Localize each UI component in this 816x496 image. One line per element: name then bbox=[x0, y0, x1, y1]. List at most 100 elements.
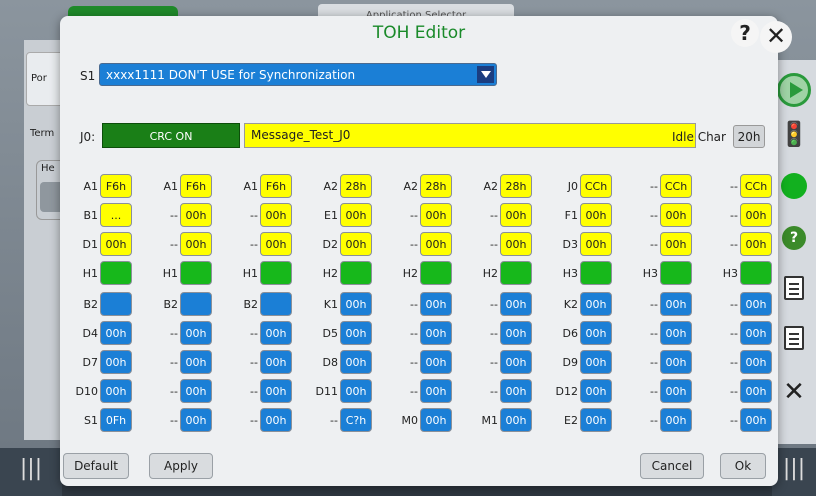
toh-byte-value[interactable]: 00h bbox=[260, 203, 292, 227]
toh-byte-value[interactable]: 00h bbox=[740, 321, 772, 345]
toh-byte-value[interactable]: 00h bbox=[500, 203, 532, 227]
toh-byte-value[interactable]: 0Fh bbox=[100, 408, 132, 432]
toh-byte-value[interactable]: 00h bbox=[660, 203, 692, 227]
toh-byte-value[interactable]: 00h bbox=[740, 292, 772, 316]
toh-byte-value[interactable]: CCh bbox=[660, 174, 692, 198]
toh-byte-value[interactable]: 00h bbox=[500, 408, 532, 432]
toh-byte-value[interactable]: 00h bbox=[740, 232, 772, 256]
toh-byte-value[interactable]: CCh bbox=[740, 174, 772, 198]
toh-byte-value[interactable] bbox=[340, 261, 372, 285]
ok-button[interactable]: Ok bbox=[720, 453, 766, 479]
toh-byte-value[interactable]: 00h bbox=[260, 321, 292, 345]
toh-byte-value[interactable] bbox=[260, 292, 292, 316]
toh-byte-value[interactable]: 00h bbox=[580, 321, 612, 345]
edit-report-button[interactable] bbox=[772, 316, 816, 360]
toh-byte-value[interactable] bbox=[420, 261, 452, 285]
j0-message-input[interactable]: Message_Test_J0 bbox=[244, 123, 696, 148]
report-button[interactable] bbox=[772, 266, 816, 310]
toh-byte-value[interactable] bbox=[660, 261, 692, 285]
toh-byte-value[interactable] bbox=[500, 261, 532, 285]
toh-byte-value[interactable]: 00h bbox=[180, 232, 212, 256]
toh-byte-value[interactable]: 00h bbox=[580, 292, 612, 316]
toh-byte-value[interactable]: 00h bbox=[580, 232, 612, 256]
toh-byte-value[interactable]: 00h bbox=[740, 203, 772, 227]
toh-byte-value[interactable]: 00h bbox=[180, 408, 212, 432]
toh-byte-value[interactable]: 00h bbox=[420, 292, 452, 316]
toh-byte-value[interactable]: 28h bbox=[500, 174, 532, 198]
toh-byte-value[interactable]: 00h bbox=[180, 321, 212, 345]
toh-byte-value[interactable]: 00h bbox=[100, 321, 132, 345]
toh-byte-value[interactable]: 00h bbox=[340, 232, 372, 256]
toh-byte-value[interactable]: 00h bbox=[340, 350, 372, 374]
toh-byte-value[interactable]: F6h bbox=[260, 174, 292, 198]
chevron-down-icon[interactable] bbox=[477, 66, 494, 83]
toh-byte-value[interactable]: 00h bbox=[260, 379, 292, 403]
idle-char-button[interactable]: 20h bbox=[733, 125, 765, 148]
default-button[interactable]: Default bbox=[63, 453, 129, 479]
toh-byte-value[interactable]: 00h bbox=[420, 232, 452, 256]
left-grip-handle[interactable]: ||| bbox=[0, 448, 62, 496]
toh-byte-value[interactable]: F6h bbox=[100, 174, 132, 198]
traffic-light-button[interactable]: 🚦 bbox=[772, 112, 816, 156]
toh-byte-value[interactable]: 00h bbox=[500, 379, 532, 403]
toh-byte-value[interactable]: C?h bbox=[340, 408, 372, 432]
toh-byte-value[interactable]: 00h bbox=[660, 408, 692, 432]
toh-byte-value[interactable]: 00h bbox=[660, 379, 692, 403]
toh-byte-value[interactable]: ... bbox=[100, 203, 132, 227]
apply-button[interactable]: Apply bbox=[149, 453, 213, 479]
toh-byte-value[interactable]: 00h bbox=[740, 408, 772, 432]
toh-byte-value[interactable]: 00h bbox=[340, 292, 372, 316]
toh-byte-value[interactable]: 00h bbox=[180, 350, 212, 374]
toh-byte-value[interactable]: CCh bbox=[580, 174, 612, 198]
toh-byte-value[interactable]: 00h bbox=[500, 232, 532, 256]
toh-byte-value[interactable]: 00h bbox=[100, 232, 132, 256]
toh-byte-value[interactable]: 00h bbox=[660, 232, 692, 256]
toh-byte-value[interactable]: 00h bbox=[580, 350, 612, 374]
toh-byte-value[interactable] bbox=[180, 261, 212, 285]
toh-byte-value[interactable]: 00h bbox=[580, 379, 612, 403]
toh-byte-value[interactable]: 00h bbox=[340, 379, 372, 403]
start-test-button[interactable] bbox=[772, 68, 816, 112]
toh-byte-value[interactable]: 00h bbox=[740, 350, 772, 374]
toh-byte-value[interactable]: 00h bbox=[100, 350, 132, 374]
toh-byte-value[interactable]: 28h bbox=[420, 174, 452, 198]
toh-byte-value[interactable]: 00h bbox=[500, 292, 532, 316]
toh-byte-value[interactable]: 00h bbox=[580, 408, 612, 432]
toh-byte-value[interactable]: 00h bbox=[420, 321, 452, 345]
toh-byte-value[interactable]: 00h bbox=[180, 203, 212, 227]
right-grip-handle[interactable]: ||| bbox=[772, 448, 816, 496]
toh-byte-value[interactable]: 00h bbox=[420, 350, 452, 374]
toh-byte-value[interactable]: 00h bbox=[260, 408, 292, 432]
toh-byte-value[interactable]: 00h bbox=[580, 203, 612, 227]
help-button[interactable]: ? bbox=[772, 216, 816, 260]
toh-byte-value[interactable] bbox=[100, 292, 132, 316]
toh-byte-value[interactable] bbox=[260, 261, 292, 285]
toh-byte-value[interactable] bbox=[740, 261, 772, 285]
toh-byte-value[interactable]: 00h bbox=[100, 379, 132, 403]
toh-byte-value[interactable]: 00h bbox=[340, 203, 372, 227]
toh-byte-value[interactable]: 00h bbox=[500, 350, 532, 374]
toh-byte-value[interactable]: 00h bbox=[500, 321, 532, 345]
crc-toggle-button[interactable]: CRC ON bbox=[102, 123, 240, 148]
exit-button[interactable]: ✕ bbox=[772, 370, 816, 414]
toh-byte-value[interactable]: 00h bbox=[180, 379, 212, 403]
toh-byte-value[interactable]: 00h bbox=[660, 321, 692, 345]
cancel-button[interactable]: Cancel bbox=[640, 453, 704, 479]
dialog-close-button[interactable]: ✕ bbox=[760, 21, 792, 53]
toh-byte-value[interactable]: 00h bbox=[260, 350, 292, 374]
toh-byte-value[interactable]: 00h bbox=[340, 321, 372, 345]
toh-byte-value[interactable]: 00h bbox=[260, 232, 292, 256]
toh-byte-value[interactable]: F6h bbox=[180, 174, 212, 198]
toh-byte-value[interactable]: 00h bbox=[660, 350, 692, 374]
toh-byte-value[interactable] bbox=[180, 292, 212, 316]
toh-byte-value[interactable]: 00h bbox=[420, 408, 452, 432]
dialog-help-button[interactable]: ? bbox=[731, 19, 759, 47]
toh-byte-value[interactable]: 00h bbox=[420, 203, 452, 227]
toh-byte-value[interactable]: 00h bbox=[420, 379, 452, 403]
toh-byte-value[interactable]: 00h bbox=[660, 292, 692, 316]
toh-byte-value[interactable] bbox=[100, 261, 132, 285]
toh-byte-value[interactable]: 28h bbox=[340, 174, 372, 198]
s1-select[interactable]: xxxx1111 DON'T USE for Synchronization bbox=[99, 63, 497, 86]
toh-byte-value[interactable] bbox=[580, 261, 612, 285]
toh-byte-value[interactable]: 00h bbox=[740, 379, 772, 403]
